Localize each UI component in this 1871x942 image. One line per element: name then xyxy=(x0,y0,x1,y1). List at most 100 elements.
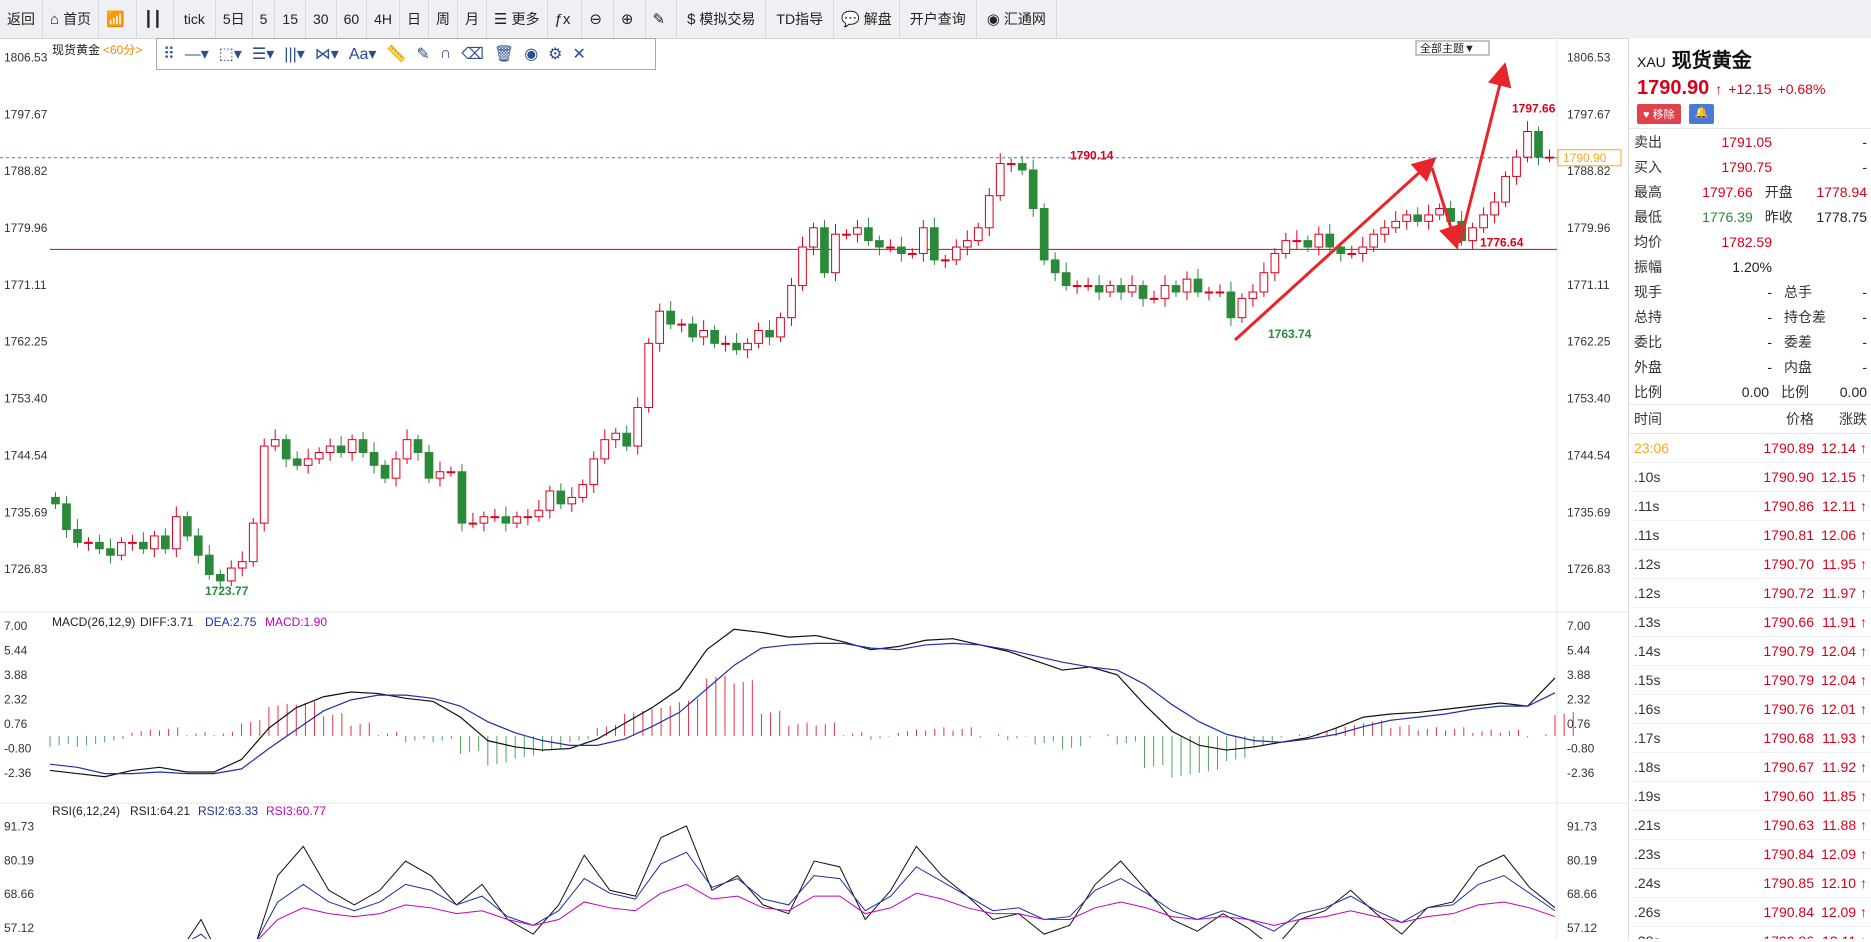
tick-time: .12s xyxy=(1634,585,1661,601)
macd-title: MACD(26,12,9) xyxy=(52,615,135,629)
toolbar-item-2[interactable]: 📶 xyxy=(99,0,137,38)
toolbar-item-20[interactable]: TD指导 xyxy=(766,0,835,38)
toolbar-item-label: 首页 xyxy=(63,11,92,27)
alert-bell-icon[interactable]: 🔔 xyxy=(1688,104,1715,124)
tick-time: .11s xyxy=(1634,527,1660,543)
quote-row: 卖出 1791.05 - xyxy=(1629,129,1871,154)
candle-body xyxy=(556,490,566,505)
quote-v1: 1782.59 xyxy=(1721,233,1772,250)
candle-body xyxy=(182,516,192,537)
toolbar-item-11[interactable]: 日 xyxy=(400,0,430,38)
line-tool-icon[interactable]: —▾ xyxy=(185,44,209,64)
pattern-tool-icon[interactable]: ⋈▾ xyxy=(315,44,339,64)
toolbar-item-12[interactable]: 周 xyxy=(429,0,459,38)
tick-row: .14s 1790.79 12.04 ↑ xyxy=(1629,637,1871,666)
candle-body xyxy=(1270,252,1280,274)
candle-body xyxy=(1039,208,1049,261)
settings-icon[interactable]: ⚙ xyxy=(548,44,562,64)
candle-body xyxy=(84,541,93,544)
y-tick-right: 1744.54 xyxy=(1567,448,1611,462)
high-annotation: 1790.14 xyxy=(1070,149,1114,163)
candle-body xyxy=(886,246,895,249)
y-tick-right: 1797.67 xyxy=(1567,107,1611,121)
tick-price: 1790.63 xyxy=(1763,817,1814,833)
quote-l1: 买入 xyxy=(1634,158,1662,175)
tick-time: .18s xyxy=(1634,759,1661,775)
candle-body xyxy=(1479,214,1488,229)
toolbar-item-22[interactable]: 开户查询 xyxy=(900,0,977,38)
tick-list[interactable]: 23:06 1790.89 12.14 ↑ .10s 1790.90 12.15 ↑ .11… xyxy=(1629,434,1871,939)
toolbar-item-4[interactable]: tick xyxy=(174,0,216,38)
quote-v2: 1778.75 xyxy=(1816,208,1867,225)
ruler-icon[interactable]: 📏 xyxy=(386,44,406,64)
price-chart[interactable]: 现货黄金 <60分> 全部主题▼ 1806.53 1806.53 1797.67 1797.… xyxy=(0,38,1628,942)
candle-body xyxy=(1347,252,1357,255)
candle-body xyxy=(677,323,687,326)
rectangle-tool-icon[interactable]: ⬚▾ xyxy=(219,44,242,64)
y-tick-left: 1726.83 xyxy=(4,562,48,576)
toolbar-item-5[interactable]: 5日 xyxy=(216,0,253,38)
close-icon[interactable]: ✕ xyxy=(573,44,586,64)
macd-tick-right: -2.36 xyxy=(1567,766,1595,780)
toolbar-item-7[interactable]: 15 xyxy=(275,0,306,38)
candle-body xyxy=(1424,214,1434,222)
toolbar-item-10[interactable]: 4H xyxy=(367,0,401,38)
eraser-icon[interactable]: ⌫ xyxy=(461,44,484,64)
toolbar-item-16[interactable]: ⊖ xyxy=(582,0,614,38)
toolbar-item-14[interactable]: ☰ 更多 xyxy=(487,0,548,38)
toolbar-item-0[interactable]: 返回 xyxy=(0,0,43,38)
toolbar-item-8[interactable]: 30 xyxy=(306,0,337,38)
magnet-icon[interactable]: ∩ xyxy=(440,45,452,63)
toolbar-item-label: 开户查询 xyxy=(909,11,966,27)
toolbar-item-18[interactable]: ✎ xyxy=(646,0,678,38)
candle-body xyxy=(1468,227,1477,242)
eye-icon[interactable]: ◉ xyxy=(524,44,538,64)
candle-body xyxy=(1028,169,1038,210)
remove-watch-button[interactable]: ♥ 移除 xyxy=(1637,104,1681,124)
chart-area[interactable]: 现货黄金 <60分> 全部主题▼ 1806.53 1806.53 1797.67 1797.… xyxy=(0,38,1628,942)
toolbar-item-15[interactable]: ƒx xyxy=(548,0,583,38)
tick-row: 23:06 1790.89 12.14 ↑ xyxy=(1629,434,1871,463)
toolbar-item-23[interactable]: ◉ 汇通网 xyxy=(977,0,1057,38)
candle-body xyxy=(1138,285,1148,299)
toolbar-item-13[interactable]: 月 xyxy=(458,0,488,38)
macd-tick-left: 5.44 xyxy=(4,644,28,658)
candle-body xyxy=(809,227,818,248)
fib-tool-icon[interactable]: ☰▾ xyxy=(252,44,274,64)
macd-tick-right: 7.00 xyxy=(1567,619,1591,633)
tick-time: .19s xyxy=(1634,788,1661,804)
pen-icon[interactable]: ✎ xyxy=(416,44,429,64)
toolbar-item-17[interactable]: ⊕ xyxy=(614,0,646,38)
toolbar-item-19[interactable]: $ 模拟交易 xyxy=(677,0,767,38)
toolbar-item-9[interactable]: 60 xyxy=(337,0,368,38)
candle-body xyxy=(600,439,610,460)
text-tool-icon[interactable]: Aa▾ xyxy=(349,44,377,64)
quote-l1: 振幅 xyxy=(1634,258,1662,275)
candle-body xyxy=(1094,285,1104,293)
tick-change: 11.97 ↑ xyxy=(1822,585,1867,601)
tick-time: .11s xyxy=(1634,498,1660,514)
tick-time: .16s xyxy=(1634,701,1661,717)
y-tick-left: 1806.53 xyxy=(4,50,48,64)
candle-body xyxy=(940,259,950,262)
quote-l1: 总持 xyxy=(1634,308,1662,325)
candle-body xyxy=(1512,156,1521,177)
channel-tool-icon[interactable]: |||▾ xyxy=(284,44,305,64)
toolbar-item-1[interactable]: ⌂ 首页 xyxy=(43,0,100,38)
candle-body xyxy=(62,503,71,531)
quote-v1: 1797.66 xyxy=(1702,183,1753,200)
drag-handle-icon[interactable]: ⠿ xyxy=(163,44,175,64)
candle-body xyxy=(589,458,599,486)
y-tick-right: 1806.53 xyxy=(1567,50,1611,64)
quote-l2: 委差 xyxy=(1784,333,1812,350)
toolbar-item-6[interactable]: 5 xyxy=(253,0,276,38)
quote-row: 最低 1776.39 昨收 1778.75 xyxy=(1629,204,1871,229)
tick-change: 12.04 ↑ xyxy=(1821,672,1867,688)
tick-header: 时间 价格 涨跌 xyxy=(1629,404,1871,434)
candle-body xyxy=(512,516,522,524)
toolbar-item-3[interactable]: ┃┃ xyxy=(137,0,174,38)
macd-tick-left: 2.32 xyxy=(4,693,28,707)
toolbar-item-21[interactable]: 💬 解盘 xyxy=(834,0,900,38)
trash-icon[interactable]: 🗑 xyxy=(494,44,514,64)
tick-row: .11s 1790.81 12.06 ↑ xyxy=(1629,521,1871,550)
